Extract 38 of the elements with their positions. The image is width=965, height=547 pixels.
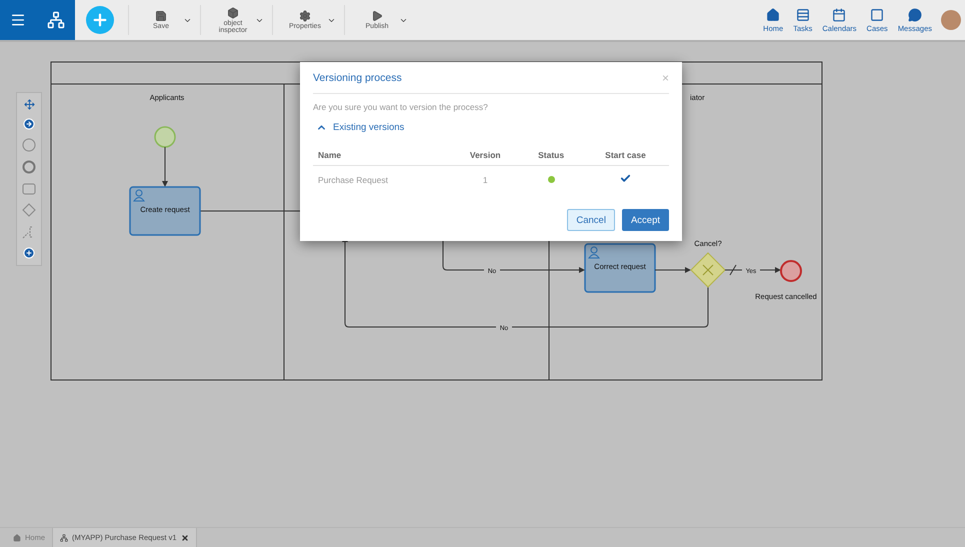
task-shape <box>129 186 201 236</box>
cancel-button[interactable]: Cancel <box>567 209 615 231</box>
dialog-question: Are you sure you want to version the process? <box>313 102 489 112</box>
table-cell: Purchase Request <box>313 166 450 193</box>
settings-icon <box>299 10 311 22</box>
arrow-circle-icon[interactable] <box>23 118 35 130</box>
gateway <box>690 252 726 288</box>
list-icon <box>796 8 810 22</box>
accept-button[interactable]: Accept <box>622 209 669 231</box>
play-icon <box>371 10 383 22</box>
thick-circle-icon[interactable] <box>22 160 36 174</box>
menu-icon[interactable] <box>10 12 26 28</box>
square-icon <box>870 8 884 22</box>
column-header: Status <box>520 145 582 166</box>
column-header: Start case <box>582 145 669 166</box>
existing-versions-toggle[interactable]: Existing versions <box>313 122 404 133</box>
user-icon <box>588 246 600 258</box>
start-event <box>154 126 176 148</box>
logo-icon <box>46 11 65 29</box>
plus-icon <box>91 11 109 29</box>
close-icon[interactable] <box>180 534 189 542</box>
cube-icon <box>227 6 239 18</box>
save-icon <box>155 10 167 22</box>
plus-circle-icon[interactable] <box>23 246 35 259</box>
process-icon <box>60 534 68 542</box>
home-icon <box>13 534 21 542</box>
home-icon <box>766 8 780 22</box>
table-cell: 1 <box>450 166 520 193</box>
chat-icon <box>908 8 922 22</box>
dialog-title: Versioning process <box>313 72 402 84</box>
column-header: Name <box>313 145 450 166</box>
column-header: Version <box>450 145 520 166</box>
user-icon <box>134 190 144 202</box>
task-shape <box>584 243 656 293</box>
avatar[interactable] <box>941 10 961 30</box>
end-event <box>780 260 802 282</box>
calendar-icon <box>832 8 846 22</box>
move-icon[interactable] <box>24 99 34 110</box>
